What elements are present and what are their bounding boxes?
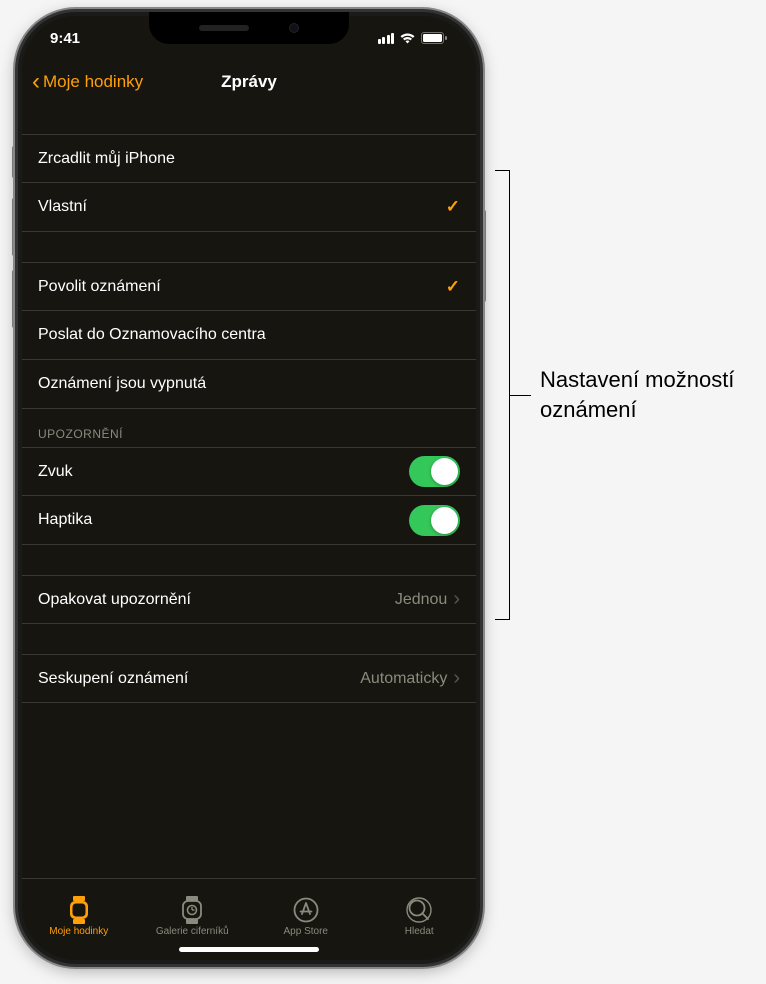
- chevron-left-icon: ‹: [32, 70, 40, 94]
- tab-label: Moje hodinky: [49, 926, 108, 937]
- phone-frame: 9:41 ‹ Moje hodinky Zprávy Zrcadlit m: [18, 12, 480, 964]
- home-indicator[interactable]: [179, 947, 319, 952]
- app-store-icon: [292, 897, 320, 923]
- row-custom[interactable]: Vlastní ✓: [22, 183, 476, 232]
- row-haptics: Haptika: [22, 496, 476, 545]
- row-notification-grouping[interactable]: Seskupení oznámení Automaticky ›: [22, 654, 476, 703]
- row-notifications-off[interactable]: Oznámení jsou vypnutá: [22, 360, 476, 409]
- row-allow-notifications[interactable]: Povolit oznámení ✓: [22, 262, 476, 311]
- row-label: Povolit oznámení: [38, 278, 446, 296]
- status-time: 9:41: [50, 30, 80, 47]
- sound-toggle[interactable]: [409, 456, 460, 487]
- row-label: Haptika: [38, 511, 409, 529]
- row-label: Zvuk: [38, 463, 409, 481]
- tab-label: App Store: [284, 926, 328, 937]
- watch-icon: [65, 897, 93, 923]
- phone-volume-down: [12, 270, 16, 328]
- wifi-icon: [399, 32, 416, 44]
- tab-app-store[interactable]: App Store: [249, 879, 363, 948]
- back-label: Moje hodinky: [43, 72, 143, 92]
- watch-face-icon: [178, 897, 206, 923]
- row-label: Zrcadlit můj iPhone: [38, 150, 460, 168]
- cellular-signal-icon: [378, 33, 395, 44]
- checkmark-icon: ✓: [446, 197, 460, 217]
- status-right: [378, 32, 449, 44]
- row-label: Oznámení jsou vypnutá: [38, 375, 460, 393]
- nav-bar: ‹ Moje hodinky Zprávy: [22, 60, 476, 104]
- settings-scroll[interactable]: Zrcadlit můj iPhone Vlastní ✓ Povolit oz…: [22, 104, 476, 878]
- front-camera: [289, 23, 299, 33]
- tab-label: Galerie ciferníků: [156, 926, 229, 937]
- row-mirror-iphone[interactable]: Zrcadlit můj iPhone: [22, 134, 476, 183]
- row-repeat-alerts[interactable]: Opakovat upozornění Jednou ›: [22, 575, 476, 624]
- phone-notch: [149, 12, 349, 44]
- row-send-to-center[interactable]: Poslat do Oznamovacího centra: [22, 311, 476, 360]
- phone-mute-switch: [12, 146, 16, 178]
- checkmark-icon: ✓: [446, 277, 460, 297]
- screen: 9:41 ‹ Moje hodinky Zprávy Zrcadlit m: [22, 16, 476, 960]
- row-label: Vlastní: [38, 198, 446, 216]
- annotation-callout: Nastavení možností oznámení: [488, 170, 760, 620]
- row-label: Opakovat upozornění: [38, 591, 395, 609]
- row-label: Seskupení oznámení: [38, 670, 360, 688]
- row-sound: Zvuk: [22, 447, 476, 496]
- alerts-header: UPOZORNĚNÍ: [22, 409, 476, 447]
- annotation-text: Nastavení možností oznámení: [540, 365, 760, 424]
- phone-side-button: [482, 210, 486, 302]
- chevron-right-icon: ›: [453, 667, 460, 690]
- chevron-right-icon: ›: [453, 588, 460, 611]
- tab-face-gallery[interactable]: Galerie ciferníků: [136, 879, 250, 948]
- phone-volume-up: [12, 198, 16, 256]
- haptics-toggle[interactable]: [409, 505, 460, 536]
- back-button[interactable]: ‹ Moje hodinky: [32, 70, 143, 94]
- row-value: Jednou: [395, 591, 448, 609]
- row-value: Automaticky: [360, 670, 447, 688]
- search-icon: [405, 897, 433, 923]
- speaker-grille: [199, 25, 249, 31]
- tab-my-watch[interactable]: Moje hodinky: [22, 879, 136, 948]
- row-label: Poslat do Oznamovacího centra: [38, 326, 460, 344]
- battery-icon: [421, 32, 448, 44]
- tab-label: Hledat: [405, 926, 434, 937]
- tab-search[interactable]: Hledat: [363, 879, 477, 948]
- annotation-bracket: [488, 170, 510, 620]
